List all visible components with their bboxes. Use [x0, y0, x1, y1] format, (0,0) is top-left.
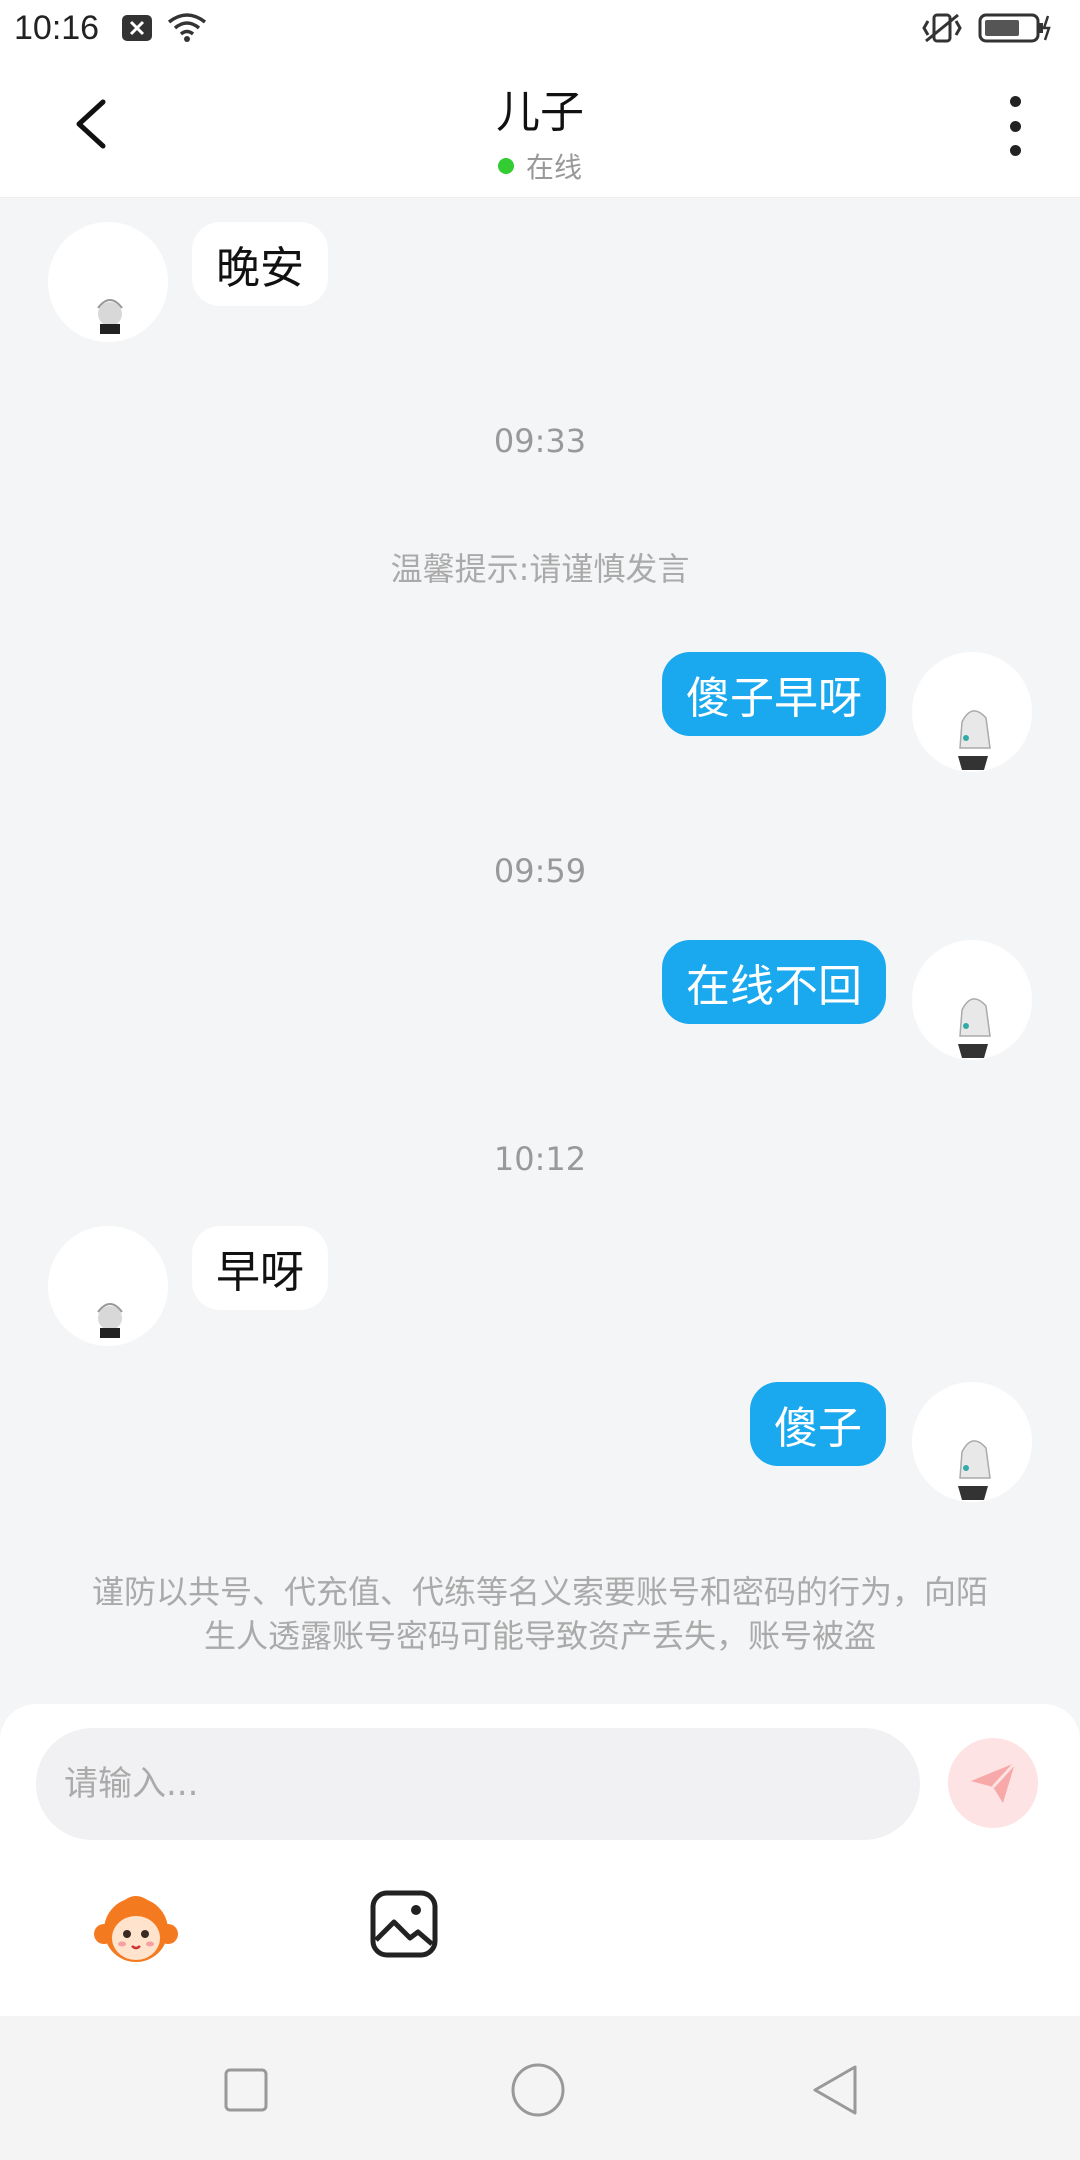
contact-avatar[interactable] — [48, 1226, 168, 1346]
online-status-label: 在线 — [525, 151, 582, 184]
monkey-emoji-icon — [94, 1896, 178, 1962]
message-bubble-incoming[interactable]: 早呀 — [192, 1226, 328, 1310]
online-dot-icon — [497, 158, 514, 174]
more-options-button[interactable] — [1000, 96, 1030, 156]
contact-avatar[interactable] — [48, 222, 168, 342]
message-timestamp: 10:12 — [493, 1140, 587, 1178]
message-bubble-incoming[interactable]: 晚安 — [192, 222, 328, 306]
more-dot — [1009, 120, 1021, 132]
message-bubble-outgoing[interactable]: 傻子早呀 — [662, 652, 886, 736]
chat-header: 儿子 在线 — [0, 56, 1080, 198]
image-icon — [370, 1890, 438, 1958]
status-bar: 10:16 — [0, 0, 1080, 56]
vibrate-icon — [920, 11, 964, 45]
chat-messages[interactable]: 晚安 09:33 温馨提示:请谨慎发言 傻子早呀 09:59 在线不回 10:1… — [0, 198, 1080, 1704]
message-input[interactable] — [36, 1728, 920, 1840]
recent-apps-button[interactable] — [218, 2062, 274, 2118]
system-nav-bar — [0, 2016, 1080, 2160]
title-block: 儿子 在线 — [0, 76, 1080, 186]
my-avatar[interactable] — [912, 1382, 1032, 1502]
home-button[interactable] — [510, 2062, 566, 2118]
square-icon — [224, 2068, 268, 2112]
message-timestamp: 09:59 — [493, 852, 587, 890]
more-vertical-icon — [1009, 96, 1021, 107]
image-button[interactable] — [368, 1888, 440, 1960]
message-timestamp: 09:33 — [493, 422, 587, 460]
status-time: 10:16 — [14, 8, 100, 47]
triangle-back-icon — [813, 2065, 857, 2115]
online-status: 在线 — [497, 146, 582, 186]
send-icon — [971, 1761, 1017, 1803]
send-button[interactable] — [948, 1738, 1038, 1828]
wifi-icon — [167, 13, 207, 43]
chat-title: 儿子 — [496, 88, 584, 137]
message-bubble-outgoing[interactable]: 在线不回 — [662, 940, 886, 1024]
my-avatar[interactable] — [912, 652, 1032, 772]
chat-notice: 温馨提示:请谨慎发言 — [390, 550, 690, 588]
notification-x-icon — [121, 14, 153, 42]
back-nav-button[interactable] — [806, 2062, 862, 2118]
my-avatar[interactable] — [912, 940, 1032, 1060]
circle-icon — [511, 2063, 565, 2117]
security-warning: 谨防以共号、代充值、代练等名义索要账号和密码的行为，向陌生人透露账号密码可能导致… — [91, 1573, 988, 1655]
input-panel — [0, 1704, 1080, 2016]
message-bubble-outgoing[interactable]: 傻子 — [750, 1382, 886, 1466]
more-dot — [1009, 145, 1021, 156]
battery-icon — [978, 12, 1052, 44]
emoji-button[interactable] — [92, 1888, 180, 1968]
